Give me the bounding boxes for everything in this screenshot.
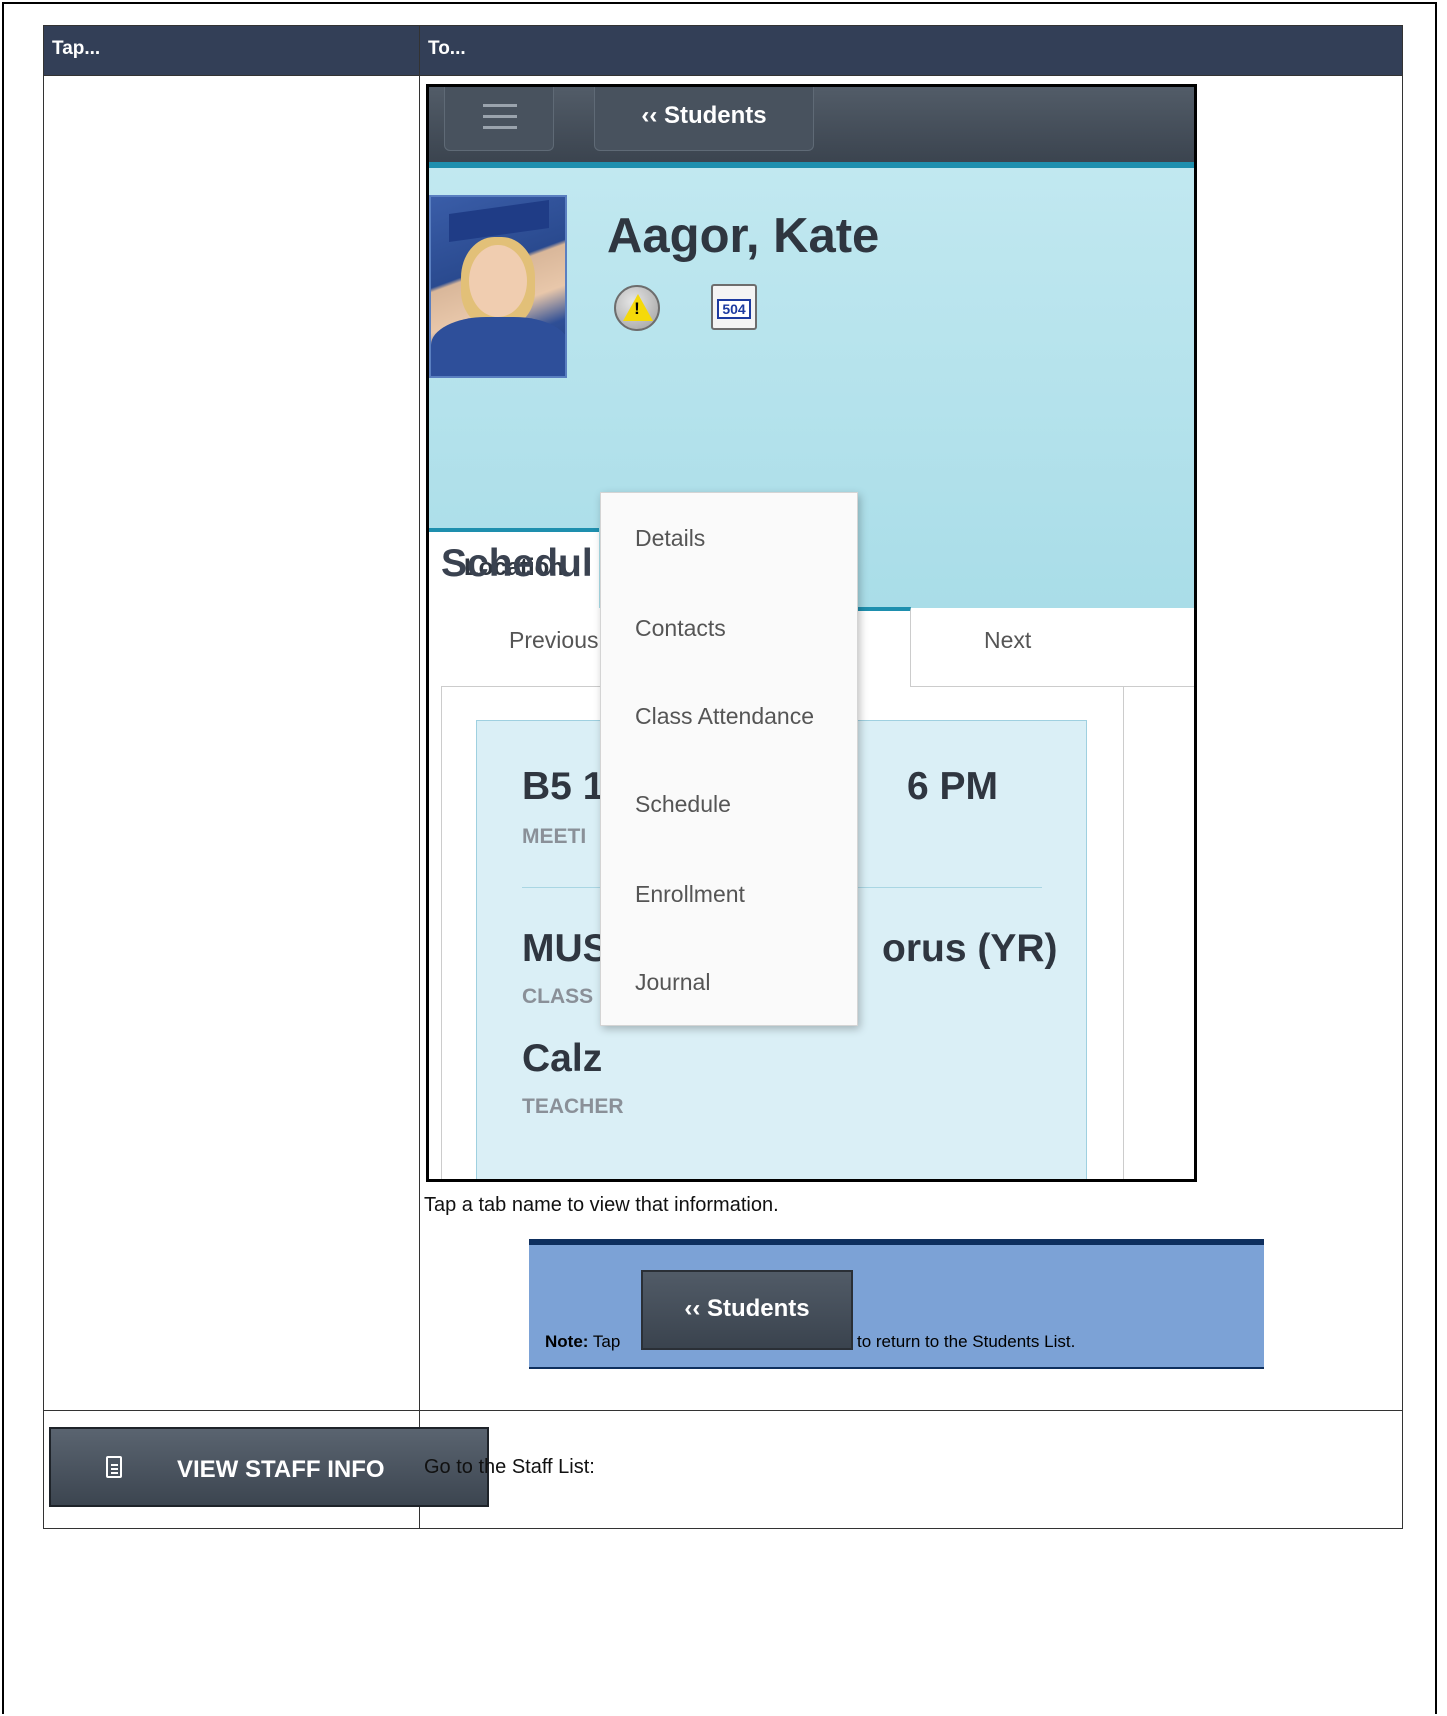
student-name: Aagor, Kate — [607, 209, 880, 263]
meeting-label: MEETI — [522, 825, 587, 848]
time-value: 6 PM — [907, 765, 999, 808]
header-to: To... — [419, 25, 1403, 76]
menu-item-details[interactable]: Details — [635, 525, 705, 552]
to-cell-staff: Go to the Staff List: — [419, 1410, 1403, 1529]
section-title: Schedul — [441, 542, 593, 585]
alert-warning-icon[interactable]: ! — [614, 285, 660, 331]
menu-item-contacts[interactable]: Contacts — [635, 615, 726, 642]
to-cell-main: ‹‹ Students Aagor, Kate ! 504 Location S… — [419, 75, 1403, 1411]
note-students-button[interactable]: ‹‹ Students — [641, 1270, 853, 1350]
note-box: Note: Tap ‹‹ Students to return to the S… — [529, 1239, 1264, 1369]
class-value-right: orus (YR) — [882, 927, 1058, 970]
phone-screenshot: ‹‹ Students Aagor, Kate ! 504 Location S… — [426, 84, 1197, 1182]
menu-item-enrollment[interactable]: Enrollment — [635, 881, 745, 908]
class-value: MUS — [522, 927, 609, 970]
tab-dropdown-menu: Details Contacts Class Attendance Schedu… — [600, 492, 858, 1026]
top-bar: ‹‹ Students — [429, 87, 1194, 162]
period-value: B5 1 — [522, 765, 605, 808]
tap-cell-empty — [43, 75, 420, 1411]
staff-description: Go to the Staff List: — [424, 1456, 595, 1478]
note-prefix: Note: Tap — [545, 1332, 621, 1351]
teacher-value: Calz — [522, 1037, 603, 1080]
hint-text: Tap a tab name to view that information. — [424, 1194, 779, 1216]
previous-button[interactable]: Previous — [509, 627, 598, 654]
student-photo — [429, 195, 567, 378]
teacher-label: TEACHER — [522, 1095, 624, 1118]
header-tap: Tap... — [43, 25, 420, 76]
504-plan-icon[interactable]: 504 — [711, 284, 757, 330]
tap-cell-staff: VIEW STAFF INFO — [43, 1410, 489, 1529]
menu-item-class-attendance[interactable]: Class Attendance — [635, 703, 814, 730]
students-back-button[interactable]: ‹‹ Students — [594, 87, 814, 151]
next-button[interactable]: Next — [984, 627, 1031, 654]
note-suffix: to return to the Students List. — [857, 1332, 1076, 1351]
hamburger-menu-button[interactable] — [444, 87, 554, 151]
menu-item-journal[interactable]: Journal — [635, 969, 710, 996]
instruction-table: Tap... To... ‹‹ Students Aagor, Kate ! 5… — [43, 25, 1403, 1529]
menu-item-schedule[interactable]: Schedule — [635, 791, 731, 818]
view-staff-info-button[interactable]: VIEW STAFF INFO — [49, 1427, 489, 1507]
document-icon — [106, 1456, 122, 1478]
class-label: CLASS — [522, 985, 594, 1008]
